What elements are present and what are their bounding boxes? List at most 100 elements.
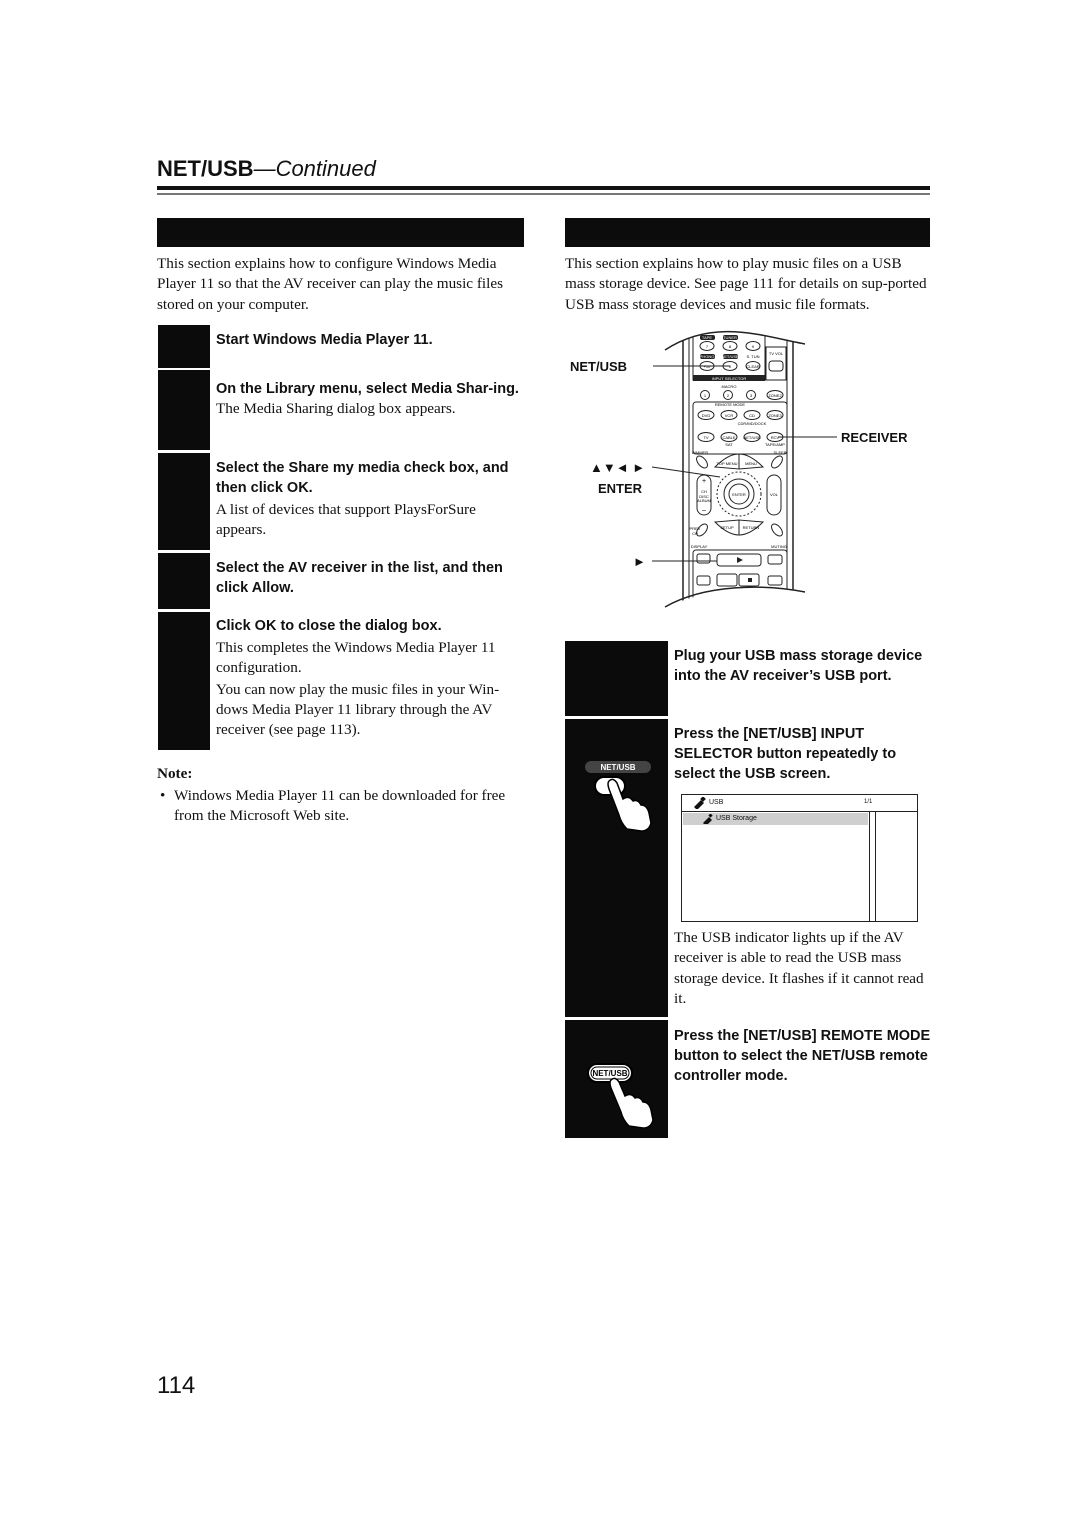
svg-text:DIMMER: DIMMER bbox=[692, 450, 708, 455]
usb-screen-display: USB 1/1 USB Storage bbox=[681, 794, 918, 922]
step-number-block bbox=[158, 553, 210, 609]
usb-screen-divider bbox=[869, 812, 870, 921]
page-title-continued: —Continued bbox=[253, 156, 376, 181]
note-text: Windows Media Player 11 can be downloade… bbox=[174, 787, 506, 825]
net-usb-label: NET/USB bbox=[600, 763, 635, 772]
tape-label: TAPE bbox=[702, 335, 712, 340]
step-title: Press the [NET/USB] INPUT SELECTOR butto… bbox=[674, 726, 897, 782]
right-intro-text: This section explains how to play music … bbox=[565, 255, 927, 313]
svg-text:–: – bbox=[702, 507, 706, 514]
step-number-block: NET/USB bbox=[565, 719, 668, 1017]
svg-text:CABLE: CABLE bbox=[722, 435, 735, 440]
left-step-5: Click OK to close the dialog box. This c… bbox=[216, 616, 526, 740]
step-title: Start Windows Media Player 11. bbox=[216, 332, 433, 348]
note-item: • Windows Media Player 11 can be downloa… bbox=[160, 786, 528, 827]
svg-text:TAPE/AMP: TAPE/AMP bbox=[765, 442, 785, 447]
step-number-block: NET/USB bbox=[565, 1020, 668, 1138]
svg-text:ALBUM: ALBUM bbox=[697, 498, 711, 503]
usb-screen-title: USB bbox=[709, 799, 724, 806]
pointing-hand-icon bbox=[607, 778, 652, 832]
svg-text:VCR: VCR bbox=[725, 413, 734, 418]
callout-net-usb: NET/USB bbox=[570, 359, 628, 374]
remote-control-diagram: TAPE TUNER 7 8 9 PHONO NET/USB S. TUN TV… bbox=[565, 322, 935, 612]
net-usb-remote-label: NET/USB bbox=[592, 1069, 627, 1078]
left-step-1: Start Windows Media Player 11. bbox=[216, 330, 526, 350]
left-step-2: On the Library menu, select Media Shar-i… bbox=[216, 379, 526, 419]
svg-text:ENTER: ENTER bbox=[732, 492, 746, 497]
usb-stick-icon bbox=[694, 797, 706, 809]
svg-text:RANDOM: RANDOM bbox=[770, 592, 788, 597]
usb-list-item-selected[interactable]: USB Storage bbox=[683, 813, 868, 825]
step-number-block bbox=[565, 641, 668, 716]
svg-text:TV: TV bbox=[703, 435, 708, 440]
note-label: Note: bbox=[157, 765, 193, 782]
left-step-3: Select the Share my media check box, and… bbox=[216, 458, 526, 541]
svg-text:CD: CD bbox=[749, 413, 755, 418]
step-description-2: You can now play the music files in your… bbox=[216, 680, 500, 739]
usb-screen-divider bbox=[875, 812, 876, 921]
step-title: On the Library menu, select Media Shar-i… bbox=[216, 381, 519, 397]
svg-text:CDR/MD/DOCK: CDR/MD/DOCK bbox=[738, 421, 767, 426]
bullet-icon: • bbox=[160, 787, 166, 804]
svg-text:MUTING: MUTING bbox=[771, 544, 787, 549]
callout-enter: ENTER bbox=[598, 481, 643, 496]
step-description: The USB indicator lights up if the AV re… bbox=[674, 929, 924, 1007]
svg-text:VOL: VOL bbox=[770, 492, 779, 497]
svg-text:INPUT SELECTOR: INPUT SELECTOR bbox=[712, 376, 747, 381]
left-intro-text: This section explains how to configure W… bbox=[157, 255, 503, 313]
svg-text:PHONO: PHONO bbox=[700, 354, 715, 359]
svg-text:TUNER: TUNER bbox=[723, 335, 737, 340]
usb-screen-header: USB 1/1 bbox=[682, 795, 917, 812]
usb-list-item-label: USB Storage bbox=[716, 815, 757, 822]
step-title: Click OK to close the dialog box. bbox=[216, 618, 442, 634]
right-step-3: Press the [NET/USB] REMOTE MODE button t… bbox=[674, 1026, 936, 1086]
section-heading-bar-right bbox=[565, 218, 930, 247]
pointing-hand-icon bbox=[609, 1077, 654, 1129]
svg-text:ZONE2: ZONE2 bbox=[768, 393, 782, 398]
page-title-main: NET/USB bbox=[157, 156, 254, 181]
step-title: Plug your USB mass storage device into t… bbox=[674, 648, 923, 684]
callout-play: ► bbox=[633, 554, 646, 569]
usb-stick-icon bbox=[703, 814, 713, 824]
svg-text:RETURN: RETURN bbox=[743, 525, 760, 530]
svg-text:CLEAR: CLEAR bbox=[746, 364, 759, 369]
step-number-block bbox=[158, 370, 210, 450]
step-description: This completes the Windows Media Player … bbox=[216, 639, 496, 677]
step-number-block bbox=[158, 612, 210, 750]
header-rule-thick bbox=[157, 186, 930, 190]
svg-text:NET/USB: NET/USB bbox=[721, 354, 739, 359]
net-usb-remote-mode-illustration: NET/USB bbox=[587, 1063, 654, 1129]
usb-page-indicator: 1/1 bbox=[864, 799, 873, 805]
step-description: The Media Sharing dialog box appears. bbox=[216, 400, 456, 417]
svg-text:SAT: SAT bbox=[725, 442, 733, 447]
svg-text:ZONE3: ZONE3 bbox=[768, 413, 782, 418]
left-step-4: Select the AV receiver in the list, and … bbox=[216, 558, 526, 598]
step-title: Press the [NET/USB] REMOTE MODE button t… bbox=[674, 1028, 931, 1084]
svg-text:DISPLAY: DISPLAY bbox=[691, 544, 708, 549]
svg-text:SETUP: SETUP bbox=[720, 525, 734, 530]
svg-text:DVD: DVD bbox=[702, 413, 711, 418]
svg-text:TOP MENU: TOP MENU bbox=[717, 461, 738, 466]
page-number: 114 bbox=[157, 1372, 196, 1399]
svg-text:REMOTE MODE: REMOTE MODE bbox=[715, 402, 746, 407]
svg-text:MACRO: MACRO bbox=[722, 384, 737, 389]
callout-receiver: RECEIVER bbox=[841, 430, 908, 445]
callout-arrows: ▲▼◄ ► bbox=[590, 460, 646, 475]
step-title: Select the AV receiver in the list, and … bbox=[216, 560, 503, 596]
svg-text:S. TUN: S. TUN bbox=[746, 354, 759, 359]
svg-text:+: + bbox=[702, 478, 706, 485]
step-description: A list of devices that support PlaysForS… bbox=[216, 501, 476, 539]
right-step-2: Press the [NET/USB] INPUT SELECTOR butto… bbox=[674, 724, 936, 784]
svg-text:SLEEP: SLEEP bbox=[774, 450, 787, 455]
step-number-block bbox=[158, 453, 210, 550]
svg-text:CH: CH bbox=[692, 531, 698, 536]
header-rule-thin bbox=[157, 193, 930, 195]
net-usb-input-selector-illustration: NET/USB bbox=[585, 761, 652, 832]
step-number-block bbox=[158, 325, 210, 368]
svg-text:NET/USB: NET/USB bbox=[743, 435, 761, 440]
right-step-1: Plug your USB mass storage device into t… bbox=[674, 646, 936, 686]
svg-text:TV VOL: TV VOL bbox=[769, 351, 784, 356]
section-heading-bar-left bbox=[157, 218, 524, 247]
page-title: NET/USB—Continued bbox=[157, 156, 376, 182]
step-title: Select the Share my media check box, and… bbox=[216, 460, 509, 496]
